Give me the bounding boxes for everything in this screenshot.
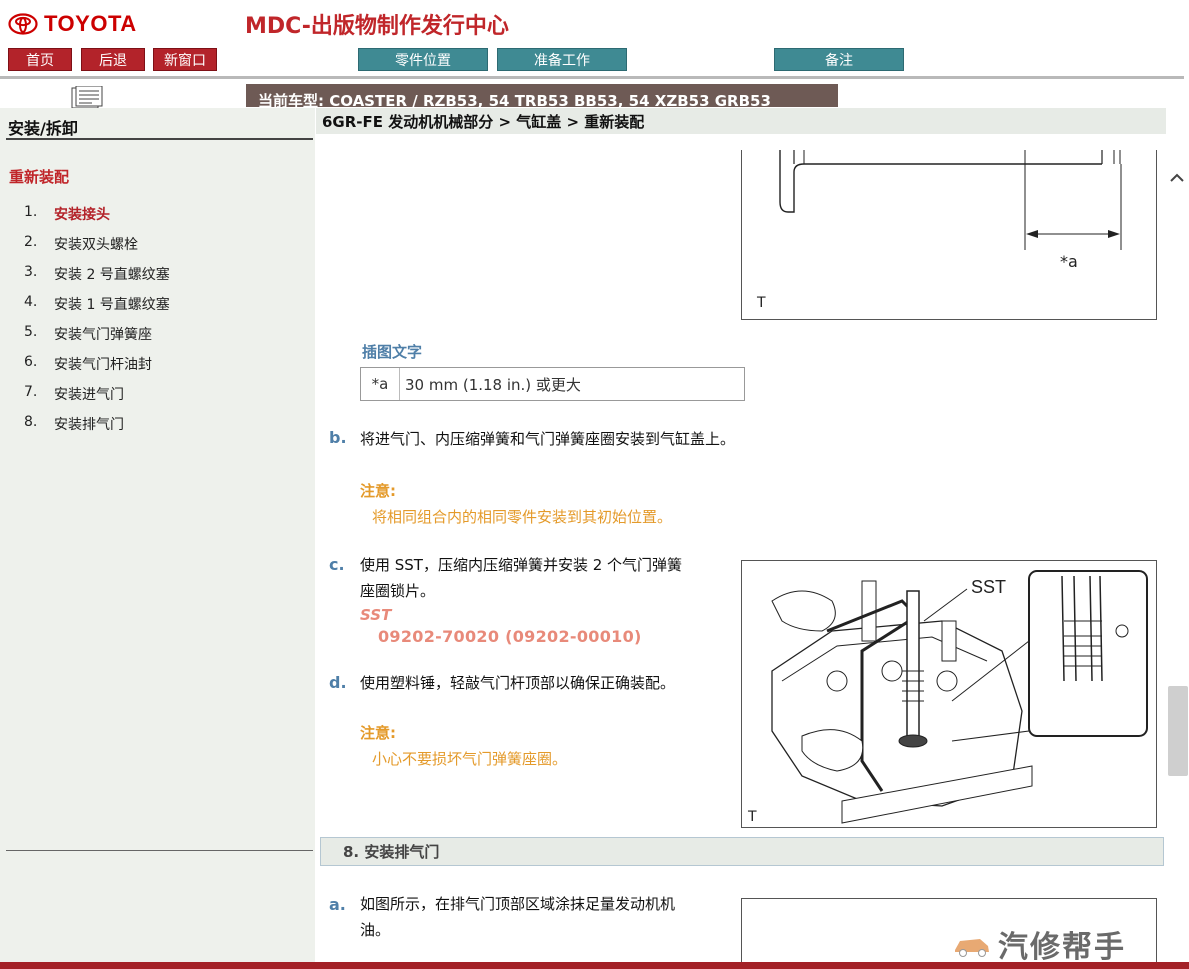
sidebar-item-install-spring-seat[interactable]: 5. 安装气门弹簧座 [24, 324, 152, 344]
new-window-button-label: 新窗口 [164, 52, 206, 69]
step-d-note-title: 注意: [360, 724, 396, 742]
step-d-note-text: 小心不要损坏气门弹簧座圈。 [372, 750, 568, 768]
sidebar-item-label: 安装 2 号直螺纹塞 [54, 267, 170, 283]
step-b-note-text: 将相同组合内的相同零件安装到其初始位置。 [372, 508, 673, 526]
watermark: 汽修帮手 [952, 924, 1189, 965]
step-d-letter: d. [329, 673, 347, 692]
sidebar-item-label: 安装气门杆油封 [54, 357, 152, 373]
figure-sst-drawing [771, 570, 1148, 824]
sidebar-item-install-joint[interactable]: 1. 安装接头 [24, 204, 110, 224]
figure-callout-a: *a [1060, 252, 1078, 271]
caption-title: 插图文字 [362, 343, 423, 361]
bottom-bar [0, 962, 1189, 969]
tab-parts-location[interactable]: 零件位置 [358, 48, 488, 71]
sidebar-item-label: 安装双头螺栓 [54, 237, 138, 253]
breadcrumb: 6GR-FE 发动机机械部分 > 气缸盖 > 重新装配 [316, 108, 1166, 134]
home-button[interactable]: 首页 [8, 48, 72, 71]
tab-preparation[interactable]: 准备工作 [497, 48, 627, 71]
sidebar-item-number: 3. [24, 264, 38, 280]
figure-callout-sst: SST [971, 577, 1007, 597]
current-model-bar: 当前车型: COASTER / RZB53, 54 TRB53 BB53, 54… [246, 84, 838, 107]
sidebar-item-number: 2. [24, 234, 38, 250]
figure-valve-length: *a T [741, 150, 1157, 320]
sst-label: SST [360, 606, 392, 624]
header-divider [0, 76, 1184, 79]
sidebar-divider [6, 138, 313, 140]
tab-notes[interactable]: 备注 [774, 48, 904, 71]
toyota-logo: TOYOTA [8, 10, 137, 38]
sidebar-item-install-stud-bolt[interactable]: 2. 安装双头螺栓 [24, 234, 138, 254]
sidebar-item-label: 安装接头 [54, 207, 110, 223]
sidebar-item-install-plug-2[interactable]: 3. 安装 2 号直螺纹塞 [24, 264, 170, 284]
sidebar-item-label: 安装 1 号直螺纹塞 [54, 297, 170, 313]
sidebar-item-label: 安装进气门 [54, 387, 124, 403]
figure-sst-compression: SST T [741, 560, 1157, 828]
home-button-label: 首页 [26, 52, 54, 69]
sidebar-item-install-stem-seal[interactable]: 6. 安装气门杆油封 [24, 354, 152, 374]
figure-corner-label: T [748, 809, 757, 825]
sidebar-title: 安装/拆卸 [8, 119, 78, 138]
sst-part-number: 09202-70020 (09202-00010) [378, 627, 642, 646]
sidebar-item-number: 7. [24, 384, 38, 400]
caption-key: *a [361, 368, 400, 400]
tab-parts-location-label: 零件位置 [395, 52, 451, 69]
step-b-letter: b. [329, 428, 347, 447]
step-d-text: 使用塑料锤，轻敲气门杆顶部以确保正确装配。 [360, 674, 676, 692]
step-8a-letter: a. [329, 895, 346, 914]
step-8a-text-line1: 如图所示，在排气门顶部区域涂抹足量发动机机 [360, 895, 676, 913]
sidebar-item-label: 安装气门弹簧座 [54, 327, 152, 343]
figure-valve-length-drawing [779, 150, 1122, 250]
scroll-up-chevron-icon[interactable] [1167, 168, 1187, 188]
current-model-text: 当前车型: COASTER / RZB53, 54 TRB53 BB53, 54… [258, 92, 771, 107]
app-title: MDC-出版物制作发行中心 [245, 14, 509, 39]
sidebar-item-label: 安装排气门 [54, 417, 124, 433]
back-button-label: 后退 [99, 52, 127, 69]
back-button[interactable]: 后退 [81, 48, 145, 71]
sidebar-item-number: 1. [24, 204, 38, 220]
step-c-text-line1: 使用 SST，压缩内压缩弹簧并安装 2 个气门弹簧 [360, 556, 683, 574]
figure-corner-label: T [757, 295, 766, 311]
sidebar-item-install-exhaust-valve[interactable]: 8. 安装排气门 [24, 414, 124, 434]
scrollbar-thumb[interactable] [1168, 686, 1188, 776]
caption-value: 30 mm (1.18 in.) 或更大 [405, 375, 581, 394]
step-b-note-title: 注意: [360, 482, 396, 500]
car-icon [955, 939, 989, 957]
brand-name: TOYOTA [44, 11, 137, 36]
document-icon [71, 86, 103, 108]
sidebar-item-install-intake-valve[interactable]: 7. 安装进气门 [24, 384, 124, 404]
caption-table: *a 30 mm (1.18 in.) 或更大 [360, 367, 745, 401]
tab-notes-label: 备注 [825, 52, 853, 69]
sidebar-bottom-divider [6, 850, 313, 851]
section-header-install-exhaust-valve: 8. 安装排气门 [320, 837, 1164, 866]
sidebar-item-number: 5. [24, 324, 38, 340]
step-c-text-line2: 座圈锁片。 [360, 582, 436, 600]
step-b-text: 将进气门、内压缩弹簧和气门弹簧座圈安装到气缸盖上。 [360, 430, 736, 448]
tab-preparation-label: 准备工作 [534, 52, 590, 69]
sidebar-item-number: 8. [24, 414, 38, 430]
step-c-letter: c. [329, 555, 345, 574]
watermark-text: 汽修帮手 [998, 930, 1126, 965]
sidebar-item-number: 6. [24, 354, 38, 370]
toyota-emblem-icon [8, 13, 38, 35]
sidebar-item-number: 4. [24, 294, 38, 310]
step-8a-text-line2: 油。 [360, 921, 391, 939]
sidebar-item-install-plug-1[interactable]: 4. 安装 1 号直螺纹塞 [24, 294, 170, 314]
sidebar-section-title[interactable]: 重新装配 [9, 166, 69, 187]
new-window-button[interactable]: 新窗口 [153, 48, 217, 71]
